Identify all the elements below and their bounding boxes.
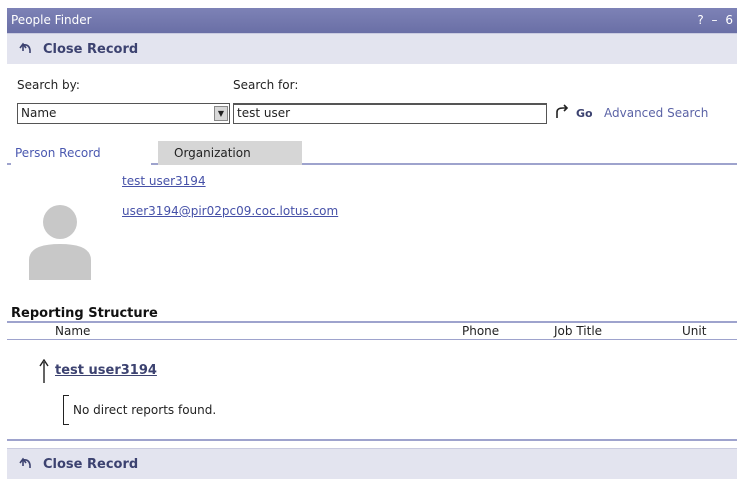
- close-record-bar-top[interactable]: Close Record: [7, 33, 737, 64]
- person-name-link[interactable]: test user3194: [122, 174, 206, 188]
- avatar-icon: [29, 205, 91, 280]
- close-record-button[interactable]: Close Record: [43, 42, 138, 57]
- back-arrow-icon: [19, 457, 31, 468]
- divider: [7, 439, 737, 441]
- back-arrow-icon: [19, 42, 31, 53]
- go-arrow-icon[interactable]: [554, 104, 570, 120]
- tab-person-record[interactable]: Person Record: [11, 141, 151, 165]
- window-controls[interactable]: ? – 6: [697, 8, 735, 33]
- search-by-select[interactable]: Name ▼: [17, 103, 230, 124]
- tab-strip: Person Record Organization: [7, 141, 737, 165]
- people-finder-window: People Finder ? – 6 Close Record Search …: [7, 8, 737, 502]
- close-record-bar-bottom[interactable]: Close Record: [7, 448, 737, 479]
- column-header-phone: Phone: [462, 324, 500, 338]
- person-email-link[interactable]: user3194@pir02pc09.coc.lotus.com: [122, 204, 338, 218]
- search-for-input[interactable]: test user: [233, 103, 547, 124]
- go-button[interactable]: Go: [576, 107, 593, 120]
- no-reports-message: No direct reports found.: [73, 403, 217, 417]
- window-title: People Finder: [11, 13, 92, 27]
- advanced-search-link[interactable]: Advanced Search: [604, 106, 708, 120]
- column-header-job-title: Job Title: [554, 324, 603, 338]
- up-arrow-icon: [39, 359, 49, 383]
- close-record-button[interactable]: Close Record: [43, 457, 138, 472]
- tab-organization[interactable]: Organization: [158, 141, 302, 165]
- reporting-structure-heading: Reporting Structure: [11, 306, 158, 321]
- column-header-unit: Unit: [682, 324, 707, 338]
- search-by-label: Search by:: [17, 78, 80, 92]
- search-for-label: Search for:: [233, 78, 299, 92]
- reports-bracket: [63, 395, 69, 425]
- reporting-table-header: Name Phone Job Title Unit: [7, 321, 737, 340]
- manager-name-link[interactable]: test user3194: [55, 363, 157, 378]
- title-bar: People Finder ? – 6: [7, 8, 737, 33]
- dropdown-arrow-icon[interactable]: ▼: [214, 106, 228, 121]
- column-header-name: Name: [55, 324, 91, 338]
- search-by-value: Name: [21, 106, 57, 120]
